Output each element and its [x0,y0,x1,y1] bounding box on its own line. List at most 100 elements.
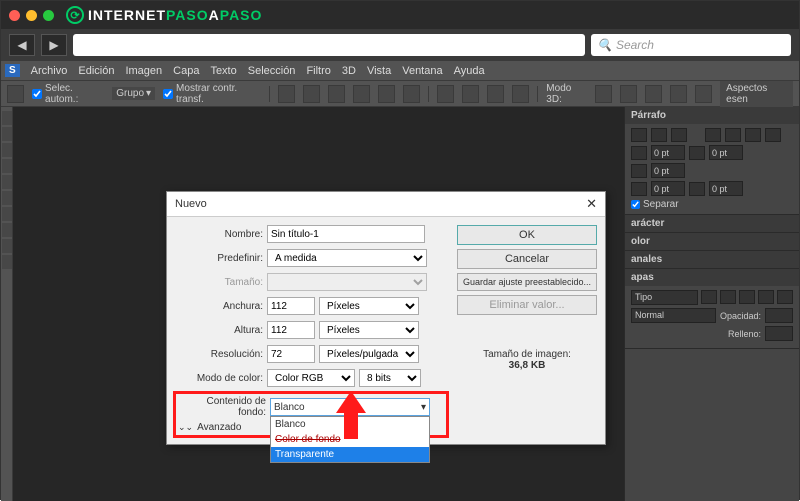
justify-icon[interactable] [745,128,761,142]
fill-field[interactable] [765,326,793,341]
channels-panel[interactable]: anales [625,251,799,269]
filter-icon[interactable] [739,290,755,304]
tool-icon[interactable] [2,143,12,157]
indent-right-field[interactable] [709,145,743,160]
menu-ayuda[interactable]: Ayuda [454,65,485,77]
layer-filter-dropdown[interactable]: Tipo [631,290,698,305]
tool-icon[interactable] [2,127,12,141]
filter-icon[interactable] [720,290,736,304]
distribute-icon[interactable] [487,85,504,103]
photoshop-app: S Archivo Edición Imagen Capa Texto Sele… [1,61,799,501]
filter-icon[interactable] [758,290,774,304]
maximize-window-icon[interactable] [43,10,54,21]
tool-icon[interactable] [2,191,12,205]
align-icon[interactable] [278,85,295,103]
tool-icon[interactable] [2,239,12,253]
space-after-field[interactable] [709,181,743,196]
character-panel[interactable]: arácter [625,215,799,233]
tool-icon[interactable] [2,175,12,189]
back-button[interactable]: ◀ [9,34,35,56]
opacity-field[interactable] [765,308,793,323]
mode3d-icon[interactable] [595,85,612,103]
app-icon[interactable]: S [5,64,20,77]
space-before-field[interactable] [651,181,685,196]
resolucion-unit-dropdown[interactable]: Píxeles/pulgada [319,345,419,363]
search-box[interactable]: 🔍 Search [591,34,791,56]
align-center-icon[interactable] [651,128,667,142]
justify-icon[interactable] [725,128,741,142]
mode3d-icon[interactable] [670,85,687,103]
paragraph-panel: Párrafo [625,107,799,215]
align-icon[interactable] [403,85,420,103]
separator-icon [428,86,429,102]
color-panel[interactable]: olor [625,233,799,251]
align-icon[interactable] [328,85,345,103]
indent-first-field[interactable] [651,163,685,178]
menu-seleccion[interactable]: Selección [248,65,296,77]
move-tool-icon[interactable] [7,85,24,103]
menu-ventana[interactable]: Ventana [402,65,442,77]
align-icon[interactable] [378,85,395,103]
menu-imagen[interactable]: Imagen [125,65,162,77]
resolucion-label: Resolución: [175,349,263,360]
resolucion-field[interactable] [267,345,315,363]
search-placeholder: Search [616,38,654,52]
panel-title[interactable]: Párrafo [625,107,799,124]
close-window-icon[interactable] [9,10,20,21]
filter-icon[interactable] [701,290,717,304]
close-icon[interactable]: ✕ [586,196,597,212]
bits-dropdown[interactable]: 8 bits [359,369,421,387]
mode3d-icon[interactable] [620,85,637,103]
distribute-icon[interactable] [462,85,479,103]
save-preset-button[interactable]: Guardar ajuste preestablecido... [457,273,597,291]
menu-vista[interactable]: Vista [367,65,391,77]
show-transform-checkbox[interactable]: Mostrar contr. transf. [163,83,261,105]
tool-icon[interactable] [2,159,12,173]
distribute-icon[interactable] [437,85,454,103]
justify-icon[interactable] [705,128,721,142]
altura-label: Altura: [175,325,263,336]
modo-color-dropdown[interactable]: Color RGB [267,369,355,387]
workspace-switcher[interactable]: Aspectos esen [720,81,793,107]
align-icon[interactable] [353,85,370,103]
forward-button[interactable]: ▶ [41,34,67,56]
anchura-field[interactable] [267,297,315,315]
tool-icon[interactable] [2,111,12,125]
filter-icon[interactable] [777,290,793,304]
tool-icon[interactable] [2,223,12,237]
altura-unit-dropdown[interactable]: Píxeles [319,321,419,339]
justify-icon[interactable] [765,128,781,142]
menu-archivo[interactable]: Archivo [31,65,68,77]
align-icon[interactable] [303,85,320,103]
mode3d-icon[interactable] [695,85,712,103]
align-left-icon[interactable] [631,128,647,142]
tool-icon[interactable] [2,207,12,221]
minimize-window-icon[interactable] [26,10,37,21]
logo-text-2: PASO [166,7,209,23]
mode3d-icon[interactable] [645,85,662,103]
auto-select-group-dropdown[interactable]: Grupo ▾ [112,87,155,100]
indent-left-field[interactable] [651,145,685,160]
blend-mode-dropdown[interactable]: Normal [631,308,716,323]
logo-icon: ⟳ [66,6,84,24]
option-transparente[interactable]: Transparente [271,447,429,462]
menu-edicion[interactable]: Edición [78,65,114,77]
tool-icon[interactable] [2,255,12,269]
menu-filtro[interactable]: Filtro [306,65,330,77]
anchura-unit-dropdown[interactable]: Píxeles [319,297,419,315]
cancel-button[interactable]: Cancelar [457,249,597,269]
distribute-icon[interactable] [512,85,529,103]
altura-field[interactable] [267,321,315,339]
url-bar[interactable] [73,34,585,56]
align-right-icon[interactable] [671,128,687,142]
menu-texto[interactable]: Texto [210,65,236,77]
hyphenate-checkbox[interactable]: Separar [631,199,793,210]
ok-button[interactable]: OK [457,225,597,245]
menu-3d[interactable]: 3D [342,65,356,77]
mode3d-label: Modo 3D: [546,83,587,105]
dialog-titlebar[interactable]: Nuevo ✕ [167,192,605,217]
auto-select-checkbox[interactable]: Selec. autom.: [32,83,104,105]
menu-capa[interactable]: Capa [173,65,199,77]
predefinir-dropdown[interactable]: A medida [267,249,427,267]
nombre-field[interactable] [267,225,425,243]
